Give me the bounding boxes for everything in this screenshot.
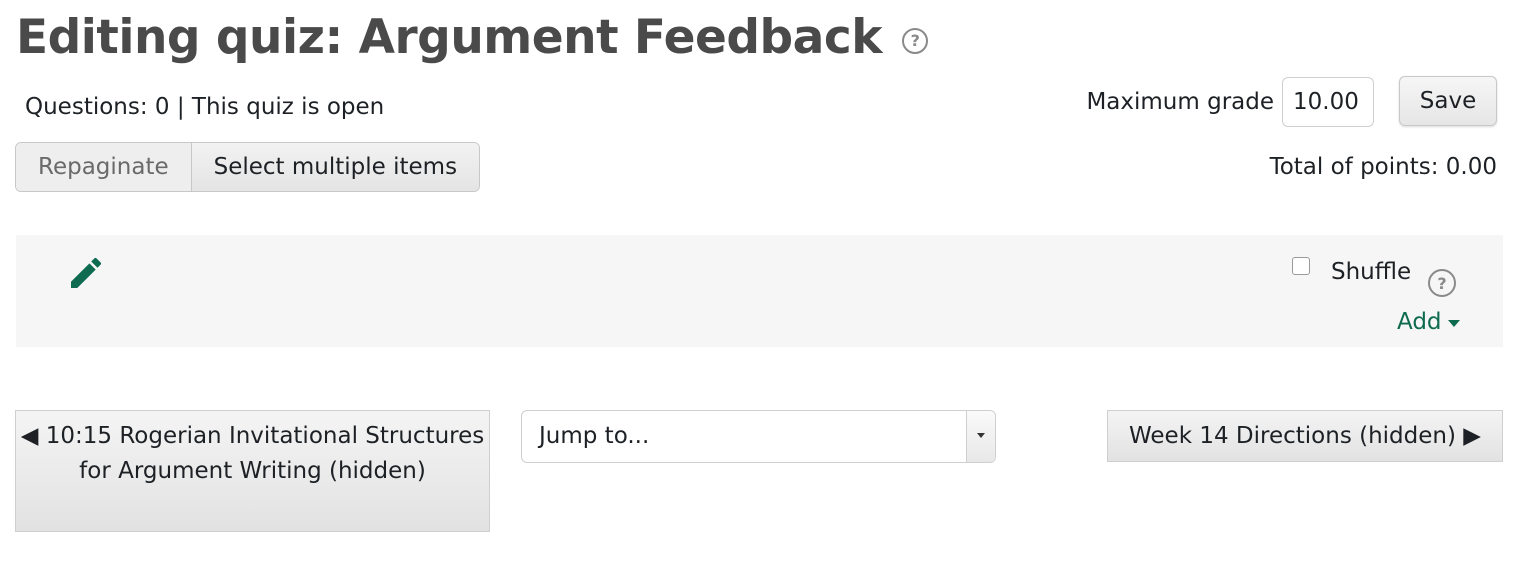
max-grade-form: Maximum grade bbox=[1086, 76, 1374, 128]
page-title-text: Editing quiz: Argument Feedback bbox=[16, 10, 883, 65]
help-icon[interactable]: ? bbox=[902, 27, 929, 54]
jump-to-select[interactable]: Jump to... bbox=[521, 410, 996, 463]
quiz-section: Shuffle ? Add bbox=[16, 235, 1503, 347]
shuffle-checkbox[interactable] bbox=[1292, 257, 1310, 275]
repaginate-button[interactable]: Repaginate bbox=[16, 143, 192, 191]
dropdown-arrow-icon[interactable] bbox=[966, 411, 995, 462]
caret-down-icon bbox=[1447, 319, 1460, 327]
select-multiple-button[interactable]: Select multiple items bbox=[191, 143, 480, 191]
total-points: Total of points: 0.00 bbox=[1269, 154, 1497, 180]
edit-toolbar: Repaginate Select multiple items bbox=[15, 142, 481, 192]
shuffle-help-icon[interactable]: ? bbox=[1428, 269, 1456, 297]
page-title: Editing quiz: Argument Feedback ? bbox=[16, 10, 929, 65]
add-menu-link[interactable]: Add bbox=[1397, 309, 1460, 335]
add-label: Add bbox=[1397, 309, 1442, 335]
shuffle-label: Shuffle bbox=[1331, 259, 1412, 285]
max-grade-label: Maximum grade bbox=[1086, 89, 1274, 115]
save-button[interactable]: Save bbox=[1399, 76, 1497, 126]
max-grade-input[interactable] bbox=[1282, 77, 1374, 127]
next-activity-button[interactable]: Week 14 Directions (hidden) ▶ bbox=[1107, 410, 1503, 462]
quiz-status: Questions: 0 | This quiz is open bbox=[25, 94, 385, 120]
previous-activity-button[interactable]: ◀ 10:15 Rogerian Invitational Structures… bbox=[15, 410, 490, 532]
pencil-icon[interactable] bbox=[66, 253, 106, 293]
jump-to-value: Jump to... bbox=[539, 423, 650, 449]
